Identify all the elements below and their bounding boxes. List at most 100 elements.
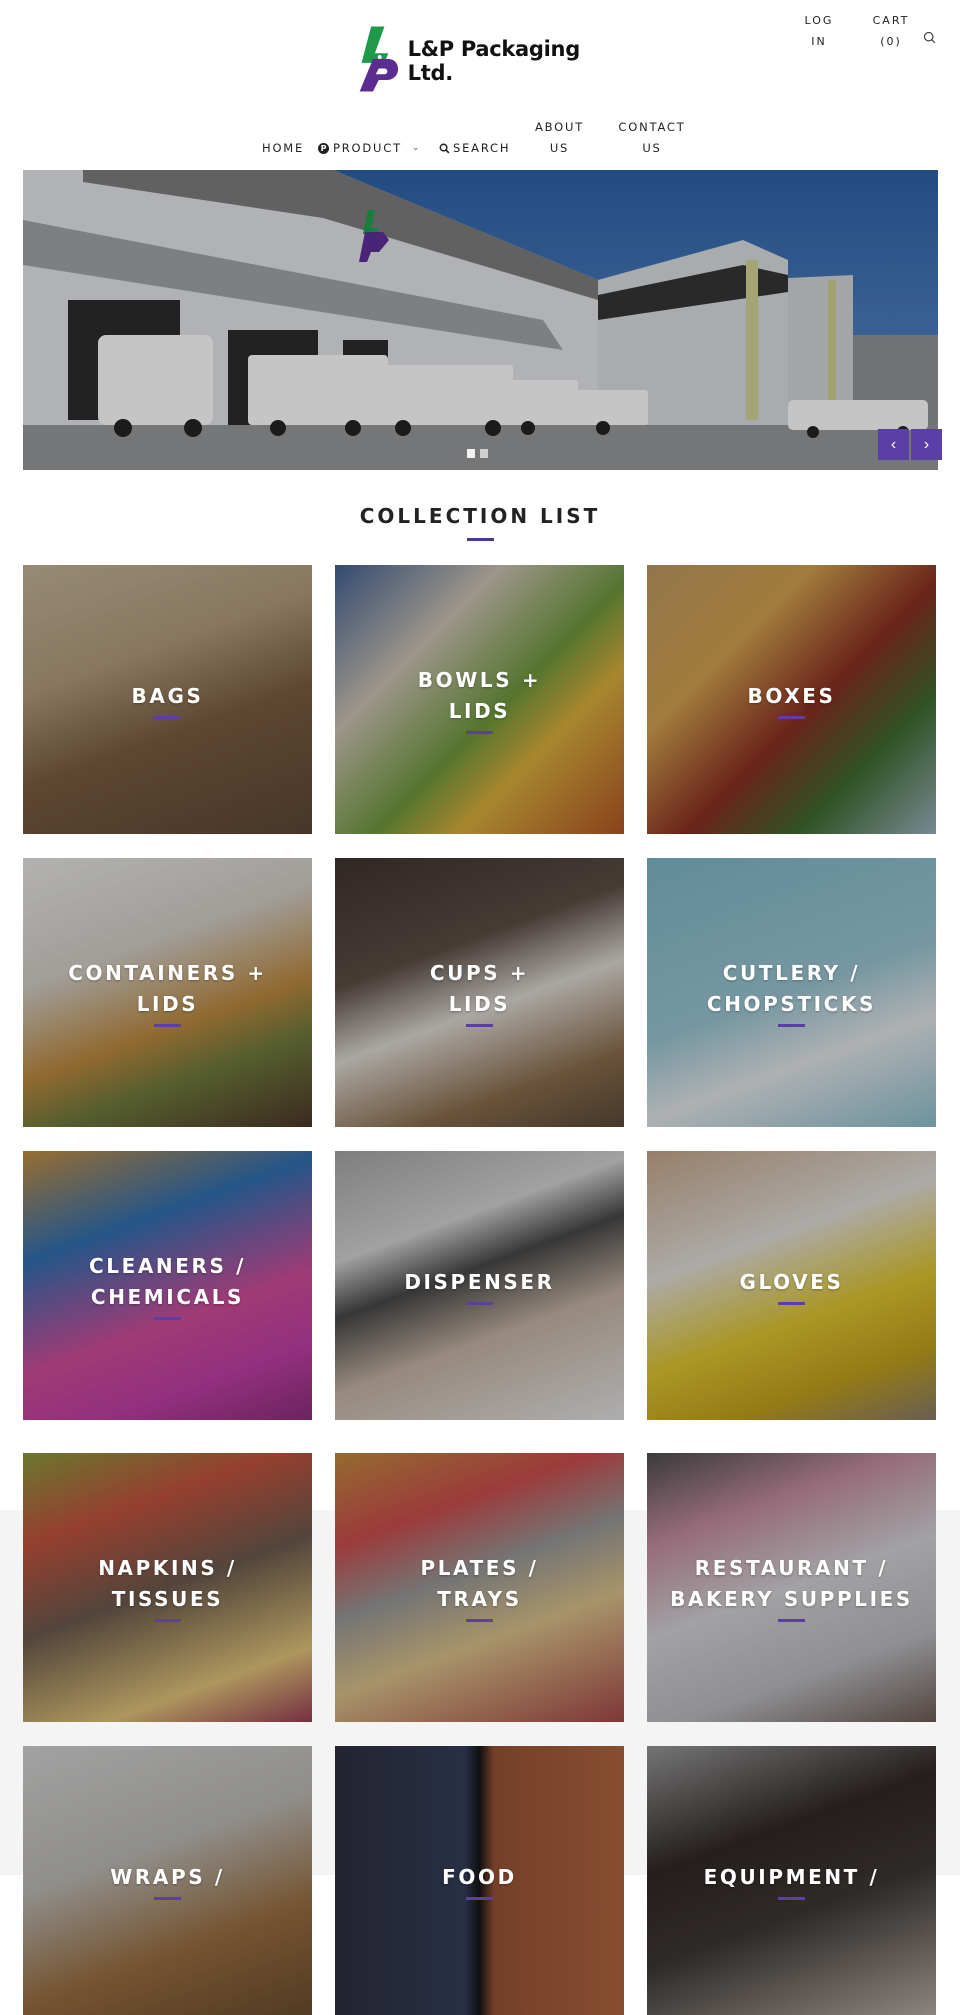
- slider-dot-1[interactable]: [467, 449, 475, 458]
- label-underline: [778, 1619, 805, 1622]
- slider-next-button[interactable]: ›: [911, 429, 942, 460]
- collection-label-wrap: EQUIPMENT /: [647, 1746, 936, 2015]
- brand-name: L&P Packaging Ltd.: [407, 37, 581, 85]
- label-underline: [154, 1619, 181, 1622]
- nav-contact-line2: US: [642, 141, 662, 155]
- collection-tile[interactable]: CUTLERY / CHOPSTICKS: [647, 858, 936, 1127]
- site-logo[interactable]: L&P Packaging Ltd.: [352, 22, 622, 96]
- collection-tile[interactable]: FOOD: [335, 1746, 624, 2015]
- collection-label-wrap: NAPKINS / TISSUES: [23, 1453, 312, 1722]
- collection-label-wrap: PLATES / TRAYS: [335, 1453, 624, 1722]
- collection-label-wrap: BOWLS + LIDS: [335, 565, 624, 834]
- nav-about-line2: US: [549, 141, 570, 155]
- collection-tile[interactable]: BOXES: [647, 565, 936, 834]
- title-underline: [467, 538, 494, 541]
- collection-tile[interactable]: PLATES / TRAYS: [335, 1453, 624, 1722]
- collection-tile[interactable]: RESTAURANT / BAKERY SUPPLIES: [647, 1453, 936, 1722]
- collection-label: DISPENSER: [404, 1269, 555, 1294]
- collection-label: CONTAINERS + LIDS: [68, 961, 267, 1016]
- collection-tile[interactable]: CUPS + LIDS: [335, 858, 624, 1127]
- collection-label: BOXES: [747, 683, 836, 708]
- collection-tile[interactable]: CONTAINERS + LIDS: [23, 858, 312, 1127]
- label-underline: [778, 1301, 805, 1305]
- collection-label: RESTAURANT / BAKERY SUPPLIES: [670, 1556, 913, 1611]
- label-underline: [466, 1024, 493, 1027]
- chevron-down-icon: ⌄: [411, 143, 420, 153]
- chevron-right-icon: ›: [923, 435, 930, 453]
- collection-label: CUTLERY / CHOPSTICKS: [706, 961, 877, 1016]
- collection-label-wrap: BAGS: [23, 565, 312, 834]
- label-underline: [154, 1024, 181, 1027]
- nav-product[interactable]: P PRODUCT ⌄: [318, 138, 419, 159]
- main-nav: HOME P PRODUCT ⌄ SEARCH ABOUT US CONTACT…: [0, 116, 960, 162]
- login-link[interactable]: LOG IN: [796, 10, 842, 52]
- collection-label-wrap: RESTAURANT / BAKERY SUPPLIES: [647, 1453, 936, 1722]
- collection-label: EQUIPMENT /: [703, 1864, 880, 1889]
- collection-label: WRAPS /: [110, 1864, 225, 1889]
- collection-tile[interactable]: CLEANERS / CHEMICALS: [23, 1151, 312, 1420]
- collection-tile[interactable]: WRAPS /: [23, 1746, 312, 2015]
- cart-label: CART: [872, 14, 910, 27]
- label-underline: [778, 715, 805, 719]
- collection-label: GLOVES: [739, 1269, 844, 1294]
- login-label-line2: IN: [811, 35, 827, 48]
- search-icon: [439, 143, 450, 154]
- label-underline: [466, 1896, 493, 1900]
- collection-tile[interactable]: EQUIPMENT /: [647, 1746, 936, 2015]
- hero-slider[interactable]: [23, 170, 938, 470]
- collection-label-wrap: CONTAINERS + LIDS: [23, 858, 312, 1127]
- slider-prev-button[interactable]: ‹: [878, 429, 909, 460]
- hero-overlay: [23, 170, 938, 470]
- label-underline: [466, 731, 493, 734]
- label-underline: [466, 1619, 493, 1622]
- collection-list-title: COLLECTION LIST: [359, 504, 601, 528]
- collection-tile[interactable]: NAPKINS / TISSUES: [23, 1453, 312, 1722]
- collection-label: CLEANERS / CHEMICALS: [88, 1254, 247, 1309]
- label-underline: [154, 715, 181, 719]
- slider-arrows: ‹ ›: [878, 429, 942, 460]
- label-underline: [778, 1896, 805, 1900]
- collection-label: CUPS + LIDS: [429, 961, 530, 1016]
- collection-tile[interactable]: BOWLS + LIDS: [335, 565, 624, 834]
- nav-search[interactable]: SEARCH: [439, 138, 510, 159]
- login-label-line1: LOG: [804, 14, 834, 27]
- collection-label: BAGS: [131, 683, 204, 708]
- nav-about-line1: ABOUT: [534, 120, 585, 134]
- nav-product-label: PRODUCT: [333, 141, 402, 155]
- nav-home-label: HOME: [262, 141, 305, 155]
- collection-label-wrap: WRAPS /: [23, 1746, 312, 2015]
- nav-contact-us[interactable]: CONTACT US: [615, 117, 689, 159]
- collection-tile[interactable]: BAGS: [23, 565, 312, 834]
- header-search-button[interactable]: [922, 31, 938, 47]
- nav-about-us[interactable]: ABOUT US: [532, 117, 587, 159]
- collection-label: PLATES / TRAYS: [420, 1556, 539, 1611]
- cart-link[interactable]: CART (0): [866, 10, 916, 52]
- collection-label: BOWLS + LIDS: [417, 668, 542, 723]
- label-underline: [466, 1301, 493, 1305]
- collection-tile[interactable]: GLOVES: [647, 1151, 936, 1420]
- label-underline: [154, 1317, 181, 1320]
- collection-label-wrap: DISPENSER: [335, 1151, 624, 1420]
- slider-dots: [467, 449, 488, 458]
- nav-search-label: SEARCH: [453, 141, 511, 155]
- nav-contact-line1: CONTACT: [618, 120, 686, 134]
- collection-label: NAPKINS / TISSUES: [98, 1556, 237, 1611]
- collection-tile[interactable]: DISPENSER: [335, 1151, 624, 1420]
- chevron-left-icon: ‹: [890, 435, 897, 453]
- label-underline: [154, 1896, 181, 1900]
- nav-home[interactable]: HOME: [262, 138, 304, 159]
- collection-grid: BAGS BOWLS + LIDS BOXES CONTAINERS + LIDS CU…: [23, 565, 936, 2015]
- lp-logo-icon: [359, 26, 399, 92]
- p-badge-icon: P: [318, 143, 329, 154]
- collection-label-wrap: CUPS + LIDS: [335, 858, 624, 1127]
- collection-label-wrap: GLOVES: [647, 1151, 936, 1420]
- collection-label-wrap: FOOD: [335, 1746, 624, 2015]
- collection-label-wrap: CUTLERY / CHOPSTICKS: [647, 858, 936, 1127]
- collection-label-wrap: BOXES: [647, 565, 936, 834]
- collection-label: FOOD: [442, 1864, 517, 1889]
- search-icon: [923, 31, 936, 44]
- slider-dot-2[interactable]: [480, 449, 488, 458]
- label-underline: [778, 1024, 805, 1027]
- cart-count: (0): [880, 35, 902, 48]
- collection-label-wrap: CLEANERS / CHEMICALS: [23, 1151, 312, 1420]
